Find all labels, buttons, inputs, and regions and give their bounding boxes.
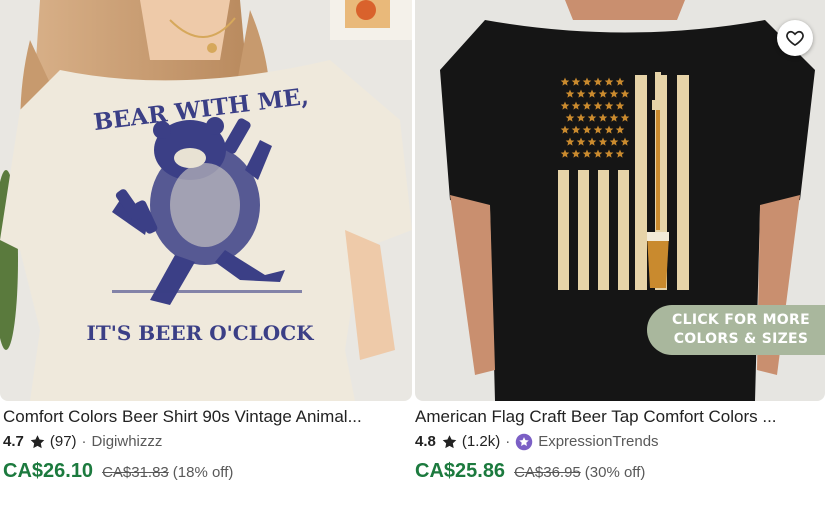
listing-image-1[interactable]: BEAR WITH ME, IT'S BEER O'CLOCK <box>0 0 412 401</box>
sale-price: CA$26.10 <box>3 460 94 482</box>
listing-image-2[interactable]: CLICK FOR MORE COLORS & SIZES <box>415 0 825 401</box>
listing-card-2[interactable]: CLICK FOR MORE COLORS & SIZES American F… <box>415 0 825 482</box>
rating-value: 4.8 <box>415 433 436 450</box>
seller-name[interactable]: ExpressionTrends <box>538 432 658 452</box>
bear-shirt-image: BEAR WITH ME, IT'S BEER O'CLOCK <box>0 0 412 401</box>
listing-meta: 4.7 (97) · Digiwhizzz <box>3 432 162 452</box>
price-row: CA$25.86 CA$36.95 (30% off) <box>415 460 645 483</box>
promo-badge[interactable]: CLICK FOR MORE COLORS & SIZES <box>647 305 825 355</box>
separator-dot: · <box>505 433 511 450</box>
discount-label: (18% off) <box>172 464 234 481</box>
listing-title[interactable]: Comfort Colors Beer Shirt 90s Vintage An… <box>3 406 411 428</box>
listing-title[interactable]: American Flag Craft Beer Tap Comfort Col… <box>415 406 823 428</box>
listing-card-1[interactable]: BEAR WITH ME, IT'S BEER O'CLOCK Comfort … <box>0 0 412 482</box>
heart-outline-icon <box>785 28 805 48</box>
listing-meta: 4.8 (1.2k) · ExpressionTrends <box>415 432 659 452</box>
rating-value: 4.7 <box>3 433 24 450</box>
original-price: CA$36.95 <box>514 464 581 481</box>
original-price: CA$31.83 <box>102 464 169 481</box>
promo-line-2: COLORS & SIZES <box>673 331 809 347</box>
sale-price: CA$25.86 <box>415 460 506 482</box>
shirt-text-bottom: IT'S BEER O'CLOCK <box>87 321 315 345</box>
review-count: (97) <box>49 433 77 450</box>
promo-line-1: CLICK FOR MORE <box>672 312 810 328</box>
star-icon <box>441 434 458 450</box>
favorite-button[interactable] <box>777 20 813 56</box>
separator-dot: · <box>81 433 87 450</box>
star-seller-icon <box>515 433 533 451</box>
review-count: (1.2k) <box>461 433 501 450</box>
star-icon <box>29 434 46 450</box>
seller-name[interactable]: Digiwhizzz <box>92 432 163 452</box>
discount-label: (30% off) <box>584 464 646 481</box>
price-row: CA$26.10 CA$31.83 (18% off) <box>3 460 233 483</box>
